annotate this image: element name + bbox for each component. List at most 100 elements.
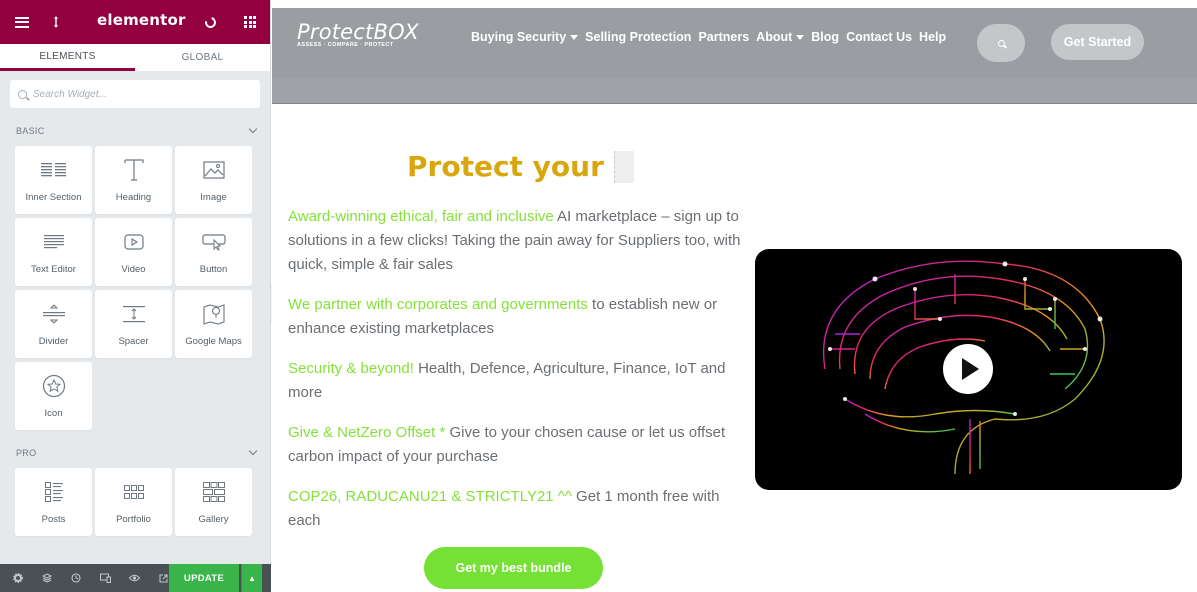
get-my-best-bundle-button[interactable]: Get my best bundle [424, 547, 603, 589]
heading-icon [123, 158, 144, 182]
panel-topbar: elementor [0, 0, 270, 44]
chevron-down-icon [248, 446, 258, 456]
posts-icon [44, 480, 63, 504]
widget-label: Video [121, 264, 146, 275]
widget-label: Portfolio [116, 514, 151, 525]
nav-help[interactable]: Help [919, 30, 946, 44]
caret-down-icon [796, 34, 805, 40]
search-widget-input[interactable] [33, 88, 233, 100]
widget-label: Button [199, 264, 228, 275]
paragraph-promo-codes: COP26, RADUCANU21 & STRICTLY21 ^^ Get 1 … [288, 488, 720, 529]
text-editor-icon [43, 230, 64, 254]
widget-label: Gallery [198, 514, 229, 525]
section-pro-title: PRO [16, 448, 37, 458]
google-maps-icon [202, 302, 225, 326]
search-box [10, 80, 260, 108]
screen: elementor ELEMENTS GLOBAL BASIC [0, 0, 1197, 592]
widget-label: Heading [115, 192, 152, 203]
paragraph-partners: We partner with corporates and governmen… [288, 296, 718, 337]
hero-heading[interactable]: Protect your [407, 150, 634, 183]
section-basic-header[interactable]: BASIC [0, 116, 270, 146]
site-preview: ProtectBOX ASSESS · COMPARE · PROTECT Bu… [272, 0, 1197, 592]
portfolio-icon [123, 480, 144, 504]
elementor-logo: elementor [97, 11, 186, 29]
widget-portfolio[interactable]: Portfolio [95, 468, 172, 536]
hero-title-text: Protect your [407, 150, 604, 183]
image-icon [202, 158, 225, 182]
nav-buying-security[interactable]: Buying Security [471, 30, 579, 44]
video-player[interactable] [755, 249, 1182, 490]
widget-label: Text Editor [31, 264, 76, 275]
tab-elements[interactable]: ELEMENTS [0, 44, 135, 71]
search-icon [997, 39, 1005, 47]
navigator-move-icon[interactable] [46, 12, 66, 32]
nav-about[interactable]: About [756, 30, 805, 44]
widget-heading[interactable]: Heading [95, 146, 172, 214]
header-strip [272, 78, 1197, 104]
nav-selling-protection[interactable]: Selling Protection [585, 30, 691, 44]
widget-google-maps[interactable]: Google Maps [175, 290, 252, 358]
history-icon[interactable] [66, 564, 86, 592]
search-icon [18, 89, 27, 99]
divider-icon [42, 302, 65, 326]
nav-blog[interactable]: Blog [811, 30, 839, 44]
basic-widgets-grid: Inner Section Heading Image Text Editor [0, 146, 270, 430]
caret-down-icon [570, 34, 579, 40]
widget-spacer[interactable]: Spacer [95, 290, 172, 358]
pro-widgets-grid: Posts Portfolio Gallery [0, 468, 270, 536]
widget-divider[interactable]: Divider [15, 290, 92, 358]
widget-label: Posts [41, 514, 66, 525]
responsive-mode-icon[interactable] [95, 564, 115, 592]
widget-image[interactable]: Image [175, 146, 252, 214]
widget-label: Inner Section [25, 192, 82, 203]
feature-paragraphs: Award-winning ethical, fair and inclusiv… [288, 205, 748, 549]
chevron-down-icon [248, 124, 258, 134]
section-basic-title: BASIC [16, 126, 45, 136]
apps-grid-icon[interactable] [240, 12, 260, 32]
navigator-layers-icon[interactable] [37, 564, 57, 592]
play-icon [962, 358, 979, 380]
tab-global[interactable]: GLOBAL [135, 44, 270, 71]
paragraph-security: Security & beyond! Health, Defence, Agri… [288, 360, 726, 401]
settings-gear-icon[interactable] [8, 564, 28, 592]
typing-cursor [613, 150, 634, 183]
widget-label: Icon [44, 408, 63, 419]
widget-button[interactable]: Button [175, 218, 252, 286]
paragraph-marketplace: Award-winning ethical, fair and inclusiv… [288, 208, 741, 273]
get-started-button[interactable]: Get Started [1051, 24, 1144, 60]
panel-tabs: ELEMENTS GLOBAL [0, 44, 270, 72]
nav-partners[interactable]: Partners [698, 30, 749, 44]
preview-eye-icon[interactable] [124, 564, 144, 592]
widget-gallery[interactable]: Gallery [175, 468, 252, 536]
star-icon [42, 374, 66, 398]
widget-label: Google Maps [185, 336, 242, 347]
history-undo-icon[interactable] [200, 12, 220, 32]
widget-label: Image [200, 192, 227, 203]
hamburger-menu-icon[interactable] [12, 12, 32, 32]
play-button[interactable] [943, 344, 993, 394]
widget-video[interactable]: Video [95, 218, 172, 286]
site-logo[interactable]: ProtectBOX ASSESS · COMPARE · PROTECT [297, 20, 419, 48]
section-pro-header[interactable]: PRO [0, 438, 270, 468]
video-icon [123, 230, 144, 254]
widget-icon[interactable]: Icon [15, 362, 92, 430]
panel-footer: UPDATE ▲ [0, 564, 271, 592]
site-search-button[interactable] [977, 24, 1025, 62]
chevron-up-icon[interactable]: ▲ [241, 564, 262, 592]
widget-label: Spacer [118, 336, 149, 347]
elementor-panel: elementor ELEMENTS GLOBAL BASIC [0, 0, 271, 592]
update-button[interactable]: UPDATE [169, 564, 239, 592]
button-icon [201, 230, 226, 254]
paragraph-netzero: Give & NetZero Offset * Give to your cho… [288, 424, 726, 465]
widget-inner-section[interactable]: Inner Section [15, 146, 92, 214]
widget-label: Divider [38, 336, 69, 347]
nav-contact-us[interactable]: Contact Us [846, 30, 912, 44]
main-navigation: Buying Security Selling Protection Partn… [471, 30, 946, 44]
search-wrapper [0, 72, 270, 116]
inner-section-icon [40, 158, 67, 182]
widget-posts[interactable]: Posts [15, 468, 92, 536]
widget-text-editor[interactable]: Text Editor [15, 218, 92, 286]
spacer-icon [122, 302, 145, 326]
logo-text: ProtectBOX [297, 20, 419, 44]
gallery-icon [202, 480, 225, 504]
